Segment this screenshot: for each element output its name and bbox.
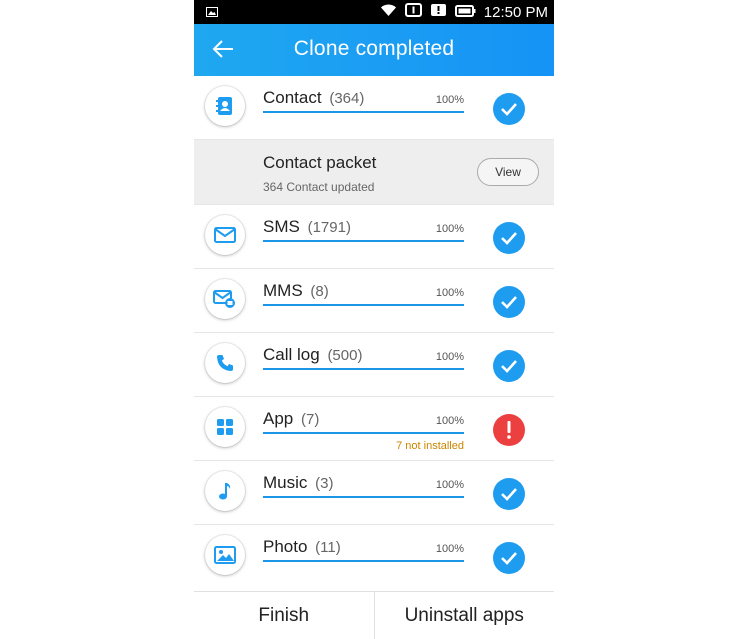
list-item-mms[interactable]: MMS (8) 100%	[194, 269, 554, 333]
picture-icon	[205, 535, 245, 575]
progress-bar	[263, 560, 464, 562]
progress-fill	[263, 111, 464, 113]
progress-fill	[263, 240, 464, 242]
check-icon	[493, 478, 525, 510]
check-icon	[493, 542, 525, 574]
check-icon	[493, 222, 525, 254]
progress-bar	[263, 496, 464, 498]
list-item-contact[interactable]: Contact (364) 100%	[194, 76, 554, 140]
progress-fill	[263, 368, 464, 370]
item-percent: 100%	[435, 287, 464, 299]
progress-fill	[263, 432, 464, 434]
mms-icon	[205, 279, 245, 319]
contact-book-icon	[205, 86, 245, 126]
phone-screen: 12:50 PM Clone completed Contact (364) 1…	[194, 0, 554, 639]
music-note-icon	[205, 471, 245, 511]
contact-packet-subtitle: 364 Contact updated	[263, 180, 375, 194]
view-button[interactable]: View	[477, 158, 539, 186]
uninstall-apps-button[interactable]: Uninstall apps	[374, 592, 554, 639]
list-item-app[interactable]: App (7) 100% 7 not installed	[194, 397, 554, 461]
item-label: Contact (364)	[263, 88, 365, 107]
alert-icon	[430, 3, 447, 21]
item-percent: 100%	[435, 351, 464, 363]
page-title: Clone completed	[293, 37, 455, 60]
item-label: MMS (8)	[263, 281, 329, 300]
list-item-photo[interactable]: Photo (11) 100%	[194, 525, 554, 589]
item-label: Music (3)	[263, 473, 334, 492]
status-bar: 12:50 PM	[194, 0, 554, 24]
progress-bar	[263, 368, 464, 370]
item-percent: 100%	[435, 223, 464, 235]
not-installed-note: 7 not installed	[396, 440, 464, 452]
item-percent: 100%	[435, 479, 464, 491]
phone-icon	[205, 343, 245, 383]
item-label: Photo (11)	[263, 537, 341, 556]
list-item-sms[interactable]: SMS (1791) 100%	[194, 205, 554, 269]
list-item-music[interactable]: Music (3) 100%	[194, 461, 554, 525]
check-icon	[493, 286, 525, 318]
grid-apps-icon	[205, 407, 245, 447]
envelope-icon	[205, 215, 245, 255]
item-label: SMS (1791)	[263, 217, 351, 236]
item-percent: 100%	[435, 415, 464, 427]
finish-button[interactable]: Finish	[194, 592, 375, 639]
progress-bar	[263, 240, 464, 242]
status-icons: 12:50 PM	[380, 3, 548, 21]
app-bar: Clone completed	[194, 24, 554, 76]
progress-fill	[263, 560, 464, 562]
clone-items-list: Contact (364) 100% Contact packet 364 Co…	[194, 76, 554, 589]
wifi-icon	[380, 4, 397, 21]
item-percent: 100%	[435, 94, 464, 106]
battery-icon	[454, 4, 476, 21]
image-icon	[206, 4, 218, 21]
status-time: 12:50 PM	[483, 3, 548, 21]
contact-packet-title: Contact packet	[263, 153, 377, 172]
progress-bar	[263, 432, 464, 434]
progress-bar	[263, 304, 464, 306]
notification-icon	[404, 3, 422, 21]
check-icon	[493, 350, 525, 382]
error-icon	[493, 414, 525, 446]
list-item-call-log[interactable]: Call log (500) 100%	[194, 333, 554, 397]
progress-fill	[263, 496, 464, 498]
item-label: App (7)	[263, 409, 320, 428]
progress-fill	[263, 304, 464, 306]
item-percent: 100%	[435, 543, 464, 555]
item-label: Call log (500)	[263, 345, 363, 364]
progress-bar	[263, 111, 464, 113]
check-icon	[493, 93, 525, 125]
contact-packet-row: Contact packet 364 Contact updated View	[194, 140, 554, 205]
bottom-action-bar: Finish Uninstall apps	[194, 591, 554, 639]
